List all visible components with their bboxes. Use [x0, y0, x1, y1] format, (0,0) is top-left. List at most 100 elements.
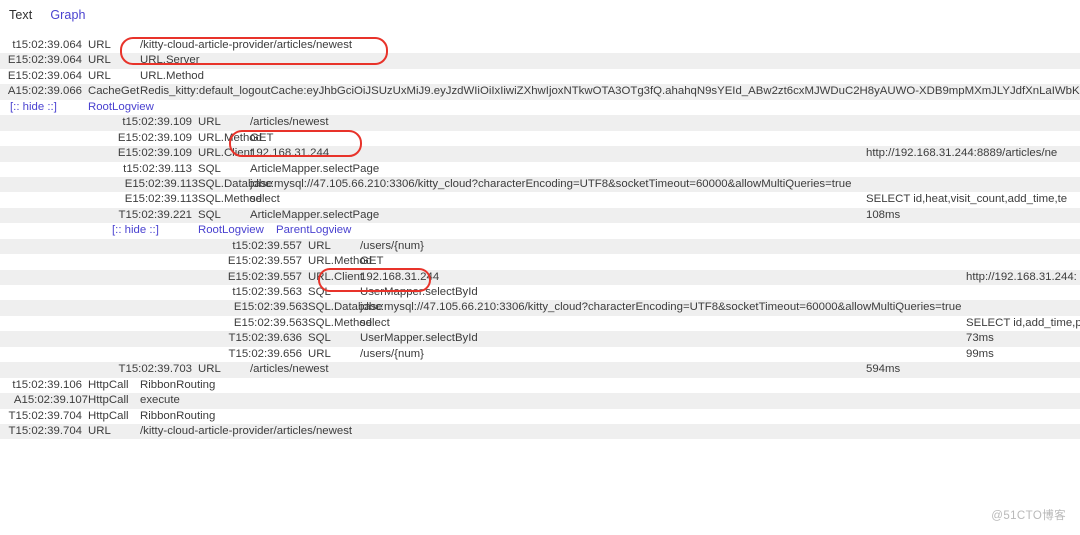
table-row[interactable]: E15:02:39.113 SQL.Database jdbc:mysql://47…: [0, 176, 1080, 193]
table-row[interactable]: E15:02:39.113 SQL.Method select SELECT id,h…: [0, 192, 1080, 208]
row-timestamp: E15:02:39.113: [124, 193, 198, 206]
row-name: Redis_kitty:default_logoutCache:eyJhbGci…: [140, 85, 1080, 98]
table-row[interactable]: E15:02:39.563 SQL.Database jdbc:mysql://47…: [0, 300, 1080, 316]
row-type: SQL: [198, 162, 221, 175]
table-row[interactable]: t15:02:39.563 SQL UserMapper.selectById: [0, 285, 1080, 301]
table-row[interactable]: t15:02:39.113 SQL ArticleMapper.selectPage: [0, 161, 1080, 177]
row-name: execute: [140, 394, 180, 407]
table-row[interactable]: E15:02:39.557 URL.Client 192.168.31.244 htt…: [0, 269, 1080, 285]
row-timestamp: t15:02:39.113: [123, 162, 192, 175]
row-type: SQL: [308, 332, 331, 345]
row-extra: http://192.168.31.244:8889/articles/ne: [866, 147, 1058, 160]
row-type: URL.Client: [198, 147, 254, 160]
row-type: URL: [88, 39, 111, 51]
row-name: ArticleMapper.selectPage: [250, 208, 380, 221]
row-name: /kitty-cloud-article-provider/articles/n…: [140, 424, 353, 437]
row-name: GET: [360, 255, 384, 268]
row-timestamp: E15:02:39.109: [117, 147, 192, 160]
row-type: SQL: [308, 286, 331, 298]
row-timestamp: T15:02:39.704: [8, 409, 82, 422]
row-extra: 594ms: [866, 363, 901, 376]
row-type: URL: [198, 363, 221, 376]
row-name: URL.Server: [140, 54, 200, 67]
row-type: URL: [308, 347, 331, 360]
row-type: CacheGet: [88, 85, 140, 98]
row-timestamp: E15:02:39.064: [7, 54, 82, 67]
table-row[interactable]: T15:02:39.703 URL/articles/newest 594ms: [0, 362, 1080, 378]
row-extra: 108ms: [866, 208, 901, 221]
row-type: URL: [88, 54, 111, 67]
table-row[interactable]: T15:02:39.704 URL/kitty-cloud-article-pro…: [0, 423, 1080, 440]
link-rootlogview[interactable]: RootLogview: [198, 223, 264, 238]
table-row[interactable]: E15:02:39.557 URL.Method GET: [0, 254, 1080, 270]
row-type: URL: [88, 424, 111, 437]
row-timestamp: t15:02:39.109: [122, 116, 192, 129]
row-type: SQL: [198, 208, 221, 221]
row-extra: http://192.168.31.244:: [966, 270, 1077, 283]
table-row[interactable]: E15:02:39.109 URL.Client 192.168.31.244 htt…: [0, 146, 1080, 162]
row-type: HttpCall: [88, 394, 129, 407]
tab-graph[interactable]: Graph: [50, 8, 85, 22]
row-name: select: [250, 193, 280, 206]
row-timestamp: T15:02:39.636: [228, 332, 302, 345]
row-name: /articles/newest: [250, 116, 329, 129]
watermark: @51CTO博客: [991, 510, 1066, 522]
table-row[interactable]: E15:02:39.064 URL URL.Method: [0, 68, 1080, 85]
row-extra: 99ms: [966, 347, 994, 360]
row-name: GET: [250, 131, 274, 144]
table-row[interactable]: A15:02:39.107 HttpCall execute: [0, 393, 1080, 409]
row-timestamp: t15:02:39.106: [12, 378, 82, 391]
row-timestamp: A15:02:39.107: [13, 394, 88, 407]
link-rootlogview[interactable]: RootLogview: [88, 100, 154, 115]
row-extra: SELECT id,add_time,pa: [966, 316, 1080, 329]
row-name: /users/{num}: [360, 239, 424, 252]
hide-toggle[interactable]: [:: hide ::]: [10, 100, 57, 115]
row-name: RibbonRouting: [140, 378, 216, 391]
row-timestamp: T15:02:39.656: [228, 347, 302, 360]
row-type: HttpCall: [88, 378, 129, 391]
row-name: UserMapper.selectById: [360, 332, 478, 345]
row-name: ArticleMapper.selectPage: [250, 162, 380, 175]
row-timestamp: t15:02:39.557: [232, 239, 302, 252]
table-row[interactable]: T15:02:39.704 HttpCall RibbonRouting: [0, 408, 1080, 424]
row-timestamp: T15:02:39.221: [118, 208, 192, 221]
row-timestamp: E15:02:39.563: [233, 301, 308, 314]
row-type: HttpCall: [88, 409, 129, 422]
table-row[interactable]: t15:02:39.557 URL/users/{num}: [0, 238, 1080, 255]
table-row[interactable]: E15:02:39.109 URL.Method GET: [0, 130, 1080, 147]
row-name: 192.168.31.244: [250, 147, 330, 160]
row-timestamp: E15:02:39.557: [227, 255, 302, 268]
row-timestamp: E15:02:39.064: [7, 69, 82, 82]
row-name: 192.168.31.244: [360, 270, 440, 283]
row-timestamp: E15:02:39.109: [117, 131, 192, 144]
row-timestamp: E15:02:39.563: [233, 316, 308, 329]
row-name: RibbonRouting: [140, 409, 216, 422]
table-row[interactable]: T15:02:39.221 SQL ArticleMapper.selectPage…: [0, 207, 1080, 224]
row-name: /users/{num}: [360, 347, 424, 360]
row-name: UserMapper.selectById: [360, 286, 478, 298]
table-row[interactable]: E15:02:39.563 SQL.Method select SELECT id,a…: [0, 315, 1080, 332]
table-row[interactable]: t15:02:39.109 URL/articles/newest: [0, 115, 1080, 131]
row-timestamp: E15:02:39.557: [227, 270, 302, 283]
row-name: jdbc:mysql://47.105.66.210:3306/kitty_cl…: [360, 301, 962, 314]
table-row[interactable]: E15:02:39.064 URL URL.Server: [0, 53, 1080, 69]
row-name: URL.Method: [140, 69, 204, 82]
row-extra: 73ms: [966, 332, 994, 345]
row-extra: SELECT id,heat,visit_count,add_time,te: [866, 193, 1068, 206]
row-type: URL: [88, 69, 111, 82]
row-name: jdbc:mysql://47.105.66.210:3306/kitty_cl…: [250, 177, 852, 190]
row-timestamp: A15:02:39.066: [7, 85, 82, 98]
table-row[interactable]: T15:02:39.656 URL/users/{num} 99ms: [0, 346, 1080, 363]
link-parentlogview[interactable]: ParentLogview: [276, 223, 351, 238]
table-row[interactable]: A15:02:39.066 CacheGet Redis_kitty:default…: [0, 84, 1080, 100]
table-row[interactable]: t15:02:39.064 URL/kitty-cloud-article-pro…: [0, 38, 1080, 54]
table-row[interactable]: t15:02:39.106 HttpCall RibbonRouting: [0, 377, 1080, 394]
log-table: t15:02:39.064 URL/kitty-cloud-article-pro…: [0, 38, 1080, 440]
table-row[interactable]: T15:02:39.636 SQL UserMapper.selectById 73m…: [0, 331, 1080, 347]
row-name: /kitty-cloud-article-provider/articles/n…: [140, 39, 353, 51]
row-timestamp: E15:02:39.113: [124, 177, 198, 190]
row-timestamp: t15:02:39.064: [12, 39, 82, 51]
view-tabbar: Text Graph: [0, 0, 86, 30]
hide-toggle[interactable]: [:: hide ::]: [112, 223, 159, 238]
tab-text[interactable]: Text: [9, 8, 32, 22]
